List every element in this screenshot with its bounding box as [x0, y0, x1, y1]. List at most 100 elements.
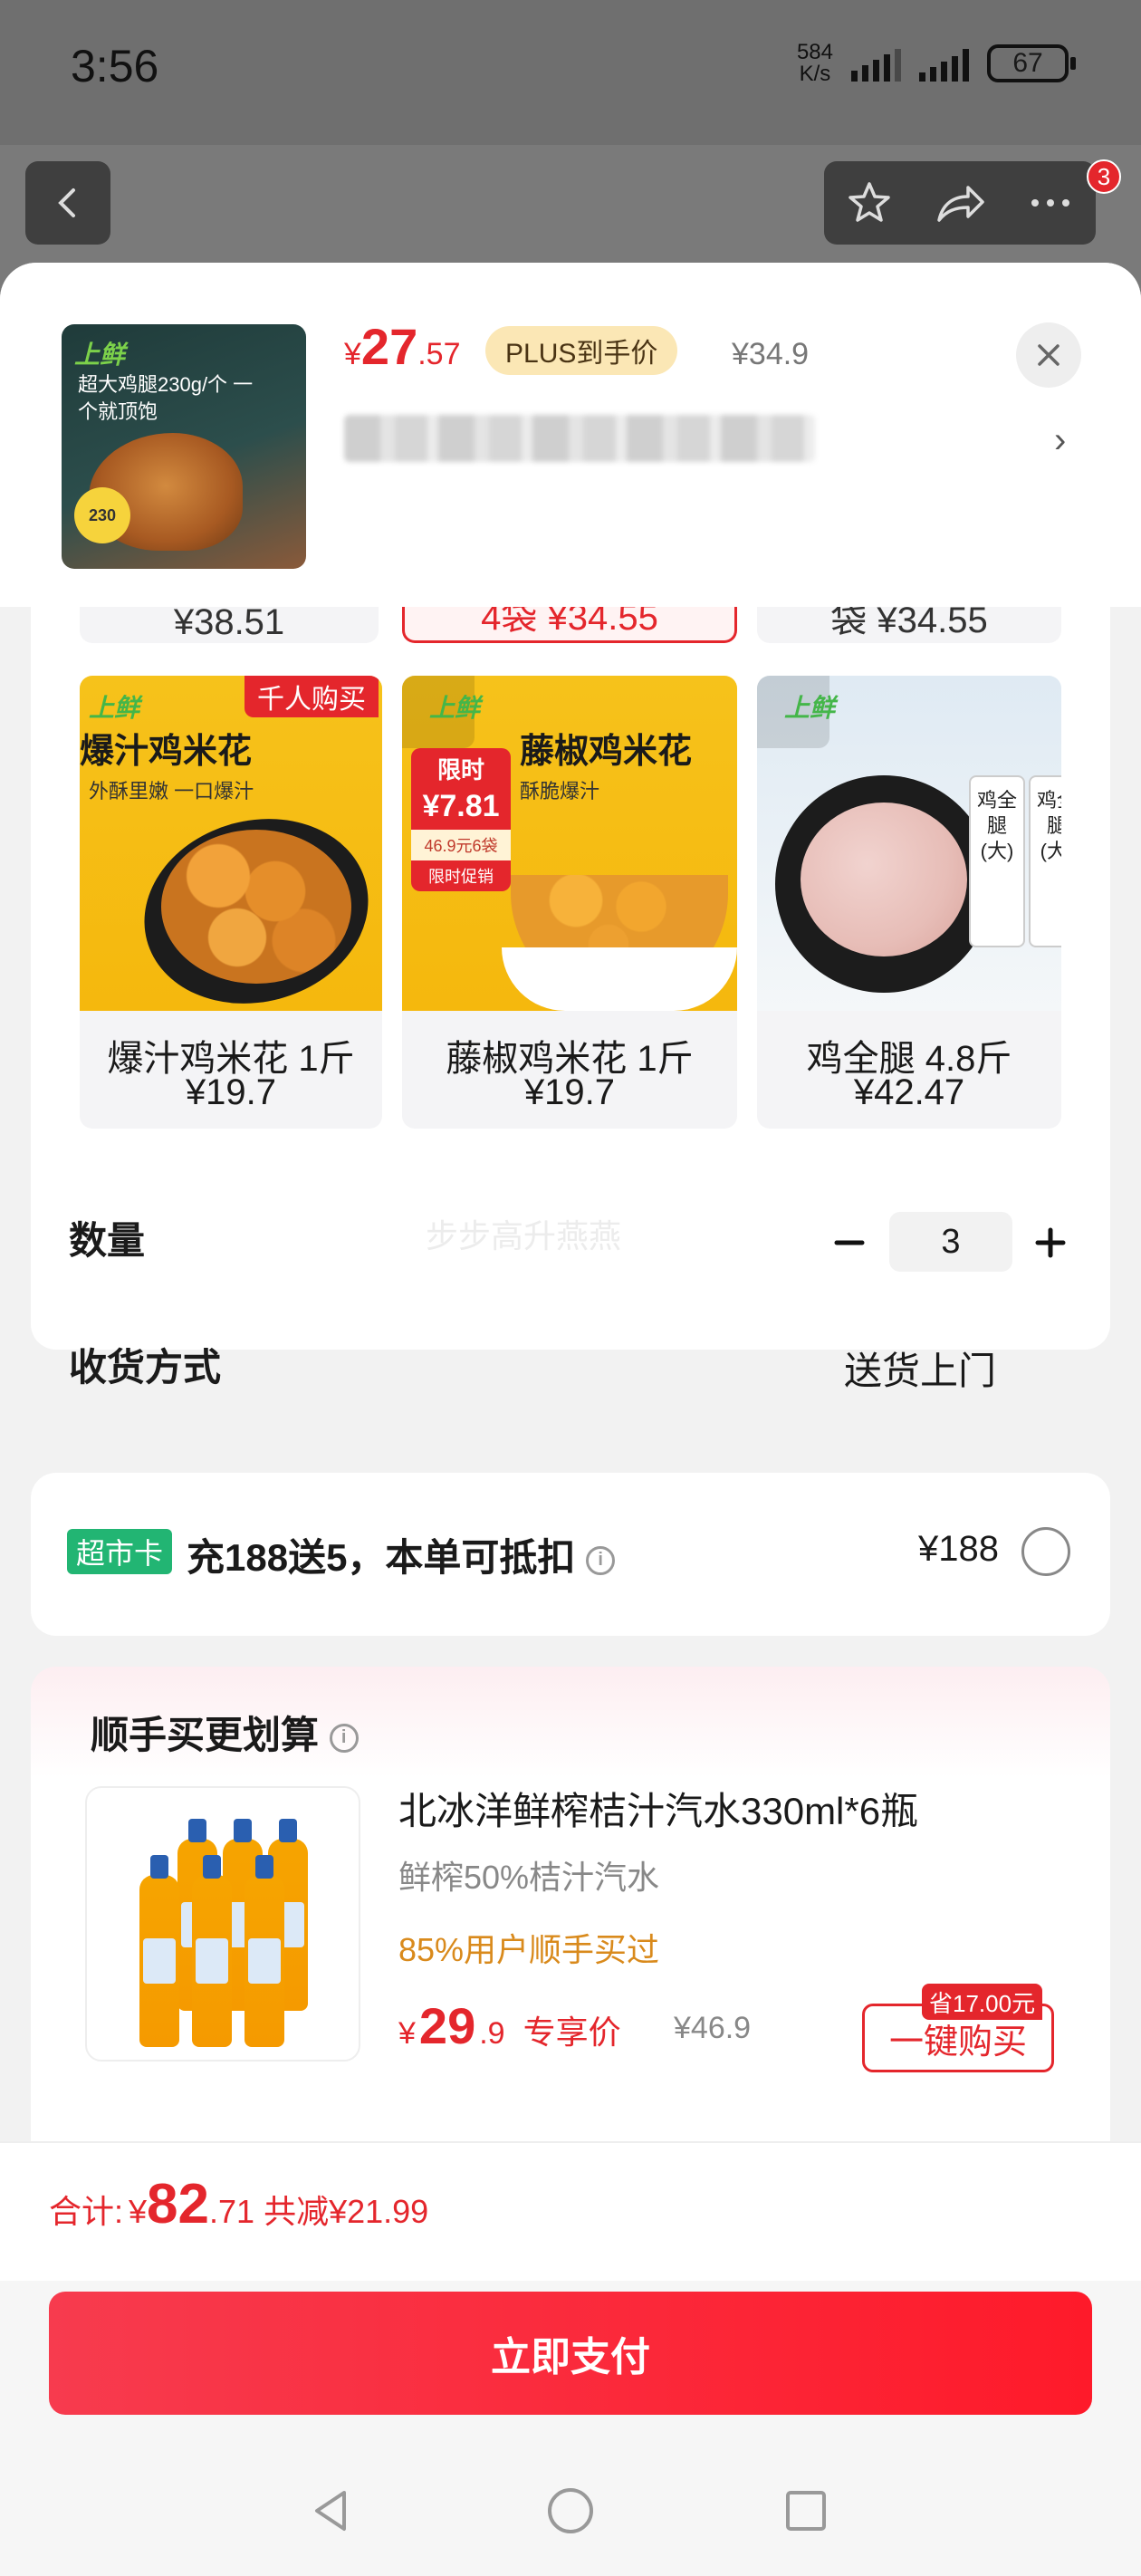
- variant-brand: 上鲜: [89, 694, 140, 722]
- quantity-input[interactable]: 3: [889, 1212, 1012, 1272]
- recommend-original-price: ¥46.9: [674, 2011, 752, 2045]
- thumb-text: 超大鸡腿230g/个 一个就顶饱: [78, 373, 254, 423]
- favorite-button[interactable]: [838, 171, 901, 235]
- bottle-image: [139, 1855, 179, 2047]
- variant-image: 上鲜 藤椒鸡米花 酥脆爆汁 限时 ¥7.81 46.9元6袋 限时促销: [402, 676, 737, 1011]
- bottle-image: [192, 1855, 232, 2047]
- bottle-image: [244, 1855, 284, 2047]
- variant-card[interactable]: 上鲜 鸡全腿(大) 鸡全腿(大) 鸡全腿 4.8斤 ¥42.47: [757, 676, 1061, 1129]
- recommend-title-text: 顺手买更划算: [91, 1714, 320, 1756]
- variant-image-sub: 酥脆爆汁: [520, 780, 600, 803]
- total-bar: 合计: ¥ 82 .71 共减¥21.99: [0, 2141, 1141, 2281]
- recommend-product-desc: 鲜榨50%桔汁汽水: [398, 1859, 660, 1896]
- recommend-price: ¥ 29 .9 专享价: [398, 1996, 621, 2055]
- supermarket-card-text: 充188送5，本单可抵扣: [187, 1536, 576, 1579]
- chevron-right-icon[interactable]: ›: [1054, 420, 1066, 461]
- system-recents-button[interactable]: [779, 2484, 833, 2538]
- popcorn-chicken-image: [161, 830, 351, 984]
- total-int: 82: [147, 2173, 210, 2235]
- supermarket-card-row[interactable]: 超市卡 充188送5，本单可抵扣 i ¥188: [31, 1473, 1110, 1636]
- raw-chicken-leg-image: [801, 803, 967, 956]
- package-image: 鸡全腿(大): [1029, 775, 1061, 947]
- package-image: 鸡全腿(大): [969, 775, 1025, 947]
- recommend-product-name[interactable]: 北冰洋鲜榨桔汁汽水330ml*6瓶: [398, 1781, 918, 1836]
- quantity-decrease-button[interactable]: [822, 1216, 877, 1270]
- variant-image-sub: 外酥里嫩 一口爆汁: [89, 780, 254, 803]
- recommend-product-image[interactable]: [85, 1786, 360, 2062]
- top-action-bar: [824, 161, 1096, 245]
- notification-badge: 3: [1087, 159, 1121, 194]
- variant-card[interactable]: 上鲜 爆汁鸡米花 外酥里嫩 一口爆汁 千人购买 爆汁鸡米花 1斤 ¥19.7: [80, 676, 382, 1129]
- save-amount-tag: 省17.00元: [922, 1984, 1043, 2020]
- square-recents-icon: [786, 2491, 826, 2531]
- signal-icon: [851, 45, 901, 82]
- supermarket-card-amount: ¥188: [918, 1529, 999, 1569]
- hot-sale-tag: 千人购买: [244, 676, 379, 717]
- supermarket-card-radio[interactable]: [1021, 1527, 1070, 1576]
- delivery-label: 收货方式: [69, 1346, 222, 1389]
- total-savings: 共减¥21.99: [264, 2193, 429, 2230]
- variant-image: 上鲜 鸡全腿(大) 鸡全腿(大): [757, 676, 1061, 1011]
- pay-area: 立即支付: [0, 2281, 1141, 2453]
- recommend-card: 顺手买更划算 i 北冰洋鲜榨桔汁汽水330ml*6瓶 鲜榨50%桔汁汽水 85%…: [31, 1667, 1110, 2174]
- status-time: 3:56: [71, 41, 159, 91]
- close-button[interactable]: [1016, 322, 1081, 388]
- status-bar: 3:56 584 K/s 67: [0, 0, 1141, 145]
- promo-badge: 限时 ¥7.81 46.9元6袋 限时促销: [411, 748, 511, 891]
- battery-level: 67: [1012, 48, 1043, 78]
- close-icon: [1038, 344, 1060, 366]
- order-total: 合计: ¥ 82 .71 共减¥21.99: [49, 2172, 428, 2236]
- more-button[interactable]: [1019, 171, 1082, 235]
- info-icon[interactable]: i: [586, 1545, 616, 1575]
- more-icon: [1031, 199, 1069, 207]
- promo-label: 限时促销: [411, 860, 511, 891]
- back-button[interactable]: [25, 161, 110, 245]
- promo-price: ¥7.81: [411, 789, 511, 830]
- selected-spec-blurred: [344, 415, 815, 462]
- supermarket-card-offer: 充188送5，本单可抵扣 i: [187, 1527, 616, 1582]
- variant-image-title: 爆汁鸡米花: [80, 733, 253, 771]
- exclusive-price-label: 专享价: [523, 2014, 621, 2051]
- share-button[interactable]: [928, 171, 992, 235]
- price-currency: ¥: [398, 2016, 416, 2051]
- share-icon: [937, 186, 984, 222]
- price-dec: .57: [417, 337, 461, 371]
- plus-icon: [1035, 1227, 1066, 1258]
- system-back-button[interactable]: [304, 2484, 359, 2538]
- original-price: ¥34.9: [732, 337, 810, 371]
- variant-peek-text: ¥38.51: [173, 602, 285, 642]
- circle-home-icon: [548, 2488, 593, 2533]
- back-icon: [58, 188, 75, 217]
- triangle-back-icon: [315, 2491, 346, 2531]
- network-speed-unit: K/s: [799, 62, 831, 86]
- info-icon[interactable]: i: [329, 1723, 359, 1753]
- system-home-button[interactable]: [543, 2484, 598, 2538]
- plus-price-tag: PLUS到手价: [485, 326, 678, 375]
- delivery-method[interactable]: 送货上门: [844, 1341, 996, 1396]
- quantity-increase-button[interactable]: [1023, 1216, 1078, 1270]
- product-price: ¥ 27 .57: [344, 317, 460, 376]
- recommend-social-proof: 85%用户顺手买过: [398, 1931, 660, 1968]
- variant-price: ¥19.7: [523, 1072, 616, 1112]
- watermark-text: 步步高升燕燕: [426, 1217, 622, 1254]
- signal-icon: [919, 45, 969, 82]
- bowl-rim: [502, 947, 737, 1011]
- thumb-weight-stamp: 230: [74, 487, 130, 543]
- quantity-label: 数量: [69, 1219, 146, 1262]
- price-currency: ¥: [344, 337, 361, 371]
- variant-price: ¥19.7: [185, 1072, 277, 1112]
- recommend-title: 顺手买更划算 i: [91, 1705, 359, 1760]
- price-int: 29: [418, 1997, 476, 2054]
- variant-brand: 上鲜: [429, 694, 481, 722]
- variant-image-title: 藤椒鸡米花: [520, 733, 693, 771]
- product-header: 上鲜 超大鸡腿230g/个 一个就顶饱 230 ¥ 27 .57 PLUS到手价…: [0, 263, 1141, 607]
- product-thumbnail[interactable]: 上鲜 超大鸡腿230g/个 一个就顶饱 230: [62, 324, 306, 569]
- network-speed-value: 584: [796, 40, 833, 64]
- battery-icon: 67: [987, 44, 1076, 82]
- variant-card[interactable]: 上鲜 藤椒鸡米花 酥脆爆汁 限时 ¥7.81 46.9元6袋 限时促销 藤椒鸡米…: [402, 676, 737, 1129]
- supermarket-card-tag: 超市卡: [67, 1529, 173, 1574]
- status-icons: 584 K/s 67: [796, 40, 1076, 86]
- pay-now-button[interactable]: 立即支付: [49, 2292, 1092, 2415]
- minus-icon: [834, 1240, 865, 1245]
- star-icon: [849, 182, 890, 222]
